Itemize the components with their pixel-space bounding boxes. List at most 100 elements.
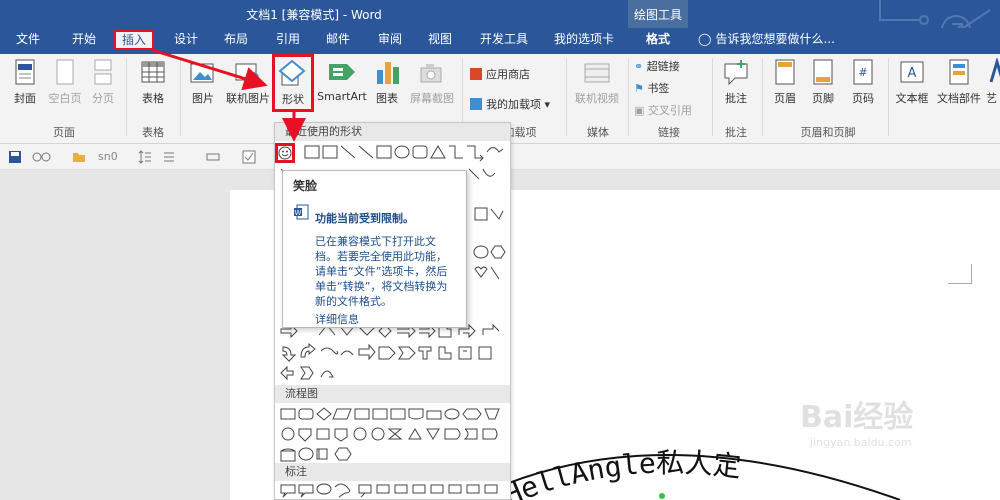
my-addins-icon (470, 98, 482, 110)
bookmark-button[interactable]: ⚑ 书签 (634, 80, 669, 96)
block-arrows-icons[interactable] (279, 363, 509, 383)
textbox-button[interactable]: A 文本框 (894, 58, 930, 106)
checkbox-icon[interactable] (242, 150, 256, 164)
page-number-button[interactable]: # 页码 (846, 58, 880, 106)
folder-icon[interactable] (72, 150, 86, 164)
camera-icon (420, 64, 442, 83)
field-icon[interactable] (206, 150, 220, 164)
header-footer-group-label: 页眉和页脚 (800, 126, 856, 139)
watermark-url: jingyan.baidu.com (810, 436, 912, 449)
flowchart-row (279, 445, 509, 465)
picture-label: 图片 (192, 92, 214, 105)
tab-view[interactable]: 视图 (420, 28, 460, 52)
block-arrows-icons[interactable] (279, 343, 509, 363)
cover-page-icon (15, 59, 35, 85)
tab-mailings[interactable]: 邮件 (318, 28, 358, 52)
tooltip-more-info-link[interactable]: 详细信息 (315, 311, 359, 327)
page-break-button[interactable]: 分页 (88, 58, 118, 106)
tooltip-heading: 功能当前受到限制。 (315, 212, 414, 225)
flowchart-icons[interactable] (279, 425, 509, 445)
smiley-face-icon[interactable] (278, 146, 292, 160)
baidu-watermark: Bai经验 jingyan.baidu.com (800, 392, 990, 462)
tab-file[interactable]: 文件 (8, 28, 48, 52)
hyperlink-button[interactable]: ⚭ 超链接 (634, 58, 680, 74)
tab-home[interactable]: 开始 (62, 28, 106, 52)
header-button[interactable]: 页眉 (768, 58, 802, 106)
link-icon: ⚭ (634, 60, 644, 73)
flowchart-icons[interactable] (279, 405, 509, 425)
cover-page-button[interactable]: 封面 (8, 58, 42, 106)
my-addins-button[interactable]: 我的加载项 ▾ (470, 96, 550, 112)
svg-text:W: W (295, 209, 302, 217)
ribbon-tab-row: 文件 开始 插入 设计 布局 引用 邮件 审阅 视图 开发工具 我的选项卡 格式… (0, 28, 1000, 54)
shapes-button[interactable]: 形状 (272, 54, 314, 112)
tab-developer[interactable]: 开发工具 (472, 28, 536, 52)
title-bar: 文档1 [兼容模式] - Word (0, 0, 1000, 28)
bookmark-icon: ⚑ (634, 82, 644, 95)
wordart-button[interactable]: 艺 (986, 58, 1000, 106)
smiley-tooltip: 笑脸 W 功能当前受到限制。 已在兼容模式下打开此文档。若要完全使用此功能，请单… (282, 170, 467, 328)
glasses-icon[interactable] (32, 150, 52, 164)
picture-icon (190, 63, 214, 83)
quick-parts-icon (949, 59, 969, 85)
style-box[interactable]: sn0 (98, 150, 118, 163)
my-addins-label: 我的加载项 (486, 98, 541, 111)
page-number-label: 页码 (852, 92, 874, 105)
tab-review[interactable]: 审阅 (370, 28, 410, 52)
word-window: 文档1 [兼容模式] - Word 绘图工具 文件 开始 插入 设计 布局 引用… (0, 0, 1000, 500)
tab-references[interactable]: 引用 (268, 28, 308, 52)
comment-button[interactable]: 批注 (718, 58, 754, 106)
header-label: 页眉 (774, 92, 796, 105)
flowchart-header: 流程图 (275, 385, 510, 403)
arc-text: HellAngle私人定 (499, 446, 743, 500)
blank-page-button[interactable]: 空白页 (46, 58, 84, 106)
tell-me-search[interactable]: ◯ 告诉我您想要做什么... (698, 28, 835, 52)
wordart-icon (989, 58, 1000, 83)
margin-corner-mark (948, 264, 972, 284)
callout-icons[interactable] (279, 481, 509, 500)
online-picture-icon (235, 63, 259, 84)
callouts-header: 标注 (275, 463, 510, 481)
online-picture-button[interactable]: 联机图片 (222, 58, 274, 106)
bookmark-label: 书签 (647, 82, 670, 95)
watermark-text: Bai经验 (800, 400, 914, 435)
callouts-row (279, 481, 509, 500)
drawing-tools-label: 绘图工具 (633, 8, 682, 22)
page-break-label: 分页 (92, 92, 114, 105)
tab-insert[interactable]: 插入 (114, 30, 154, 50)
ribbon-separator (762, 58, 763, 136)
table-button[interactable]: 表格 (136, 58, 170, 106)
media-group-label: 媒体 (587, 126, 609, 139)
footer-icon (813, 59, 833, 85)
footer-label: 页脚 (812, 92, 834, 105)
screenshot-button[interactable]: 屏幕截图 (406, 58, 458, 106)
store-button[interactable]: 应用商店 (470, 66, 530, 82)
line-spacing-icon[interactable] (138, 150, 152, 164)
online-video-label: 联机视频 (575, 92, 619, 105)
pages-group-label: 页面 (53, 126, 75, 139)
picture-button[interactable]: 图片 (186, 58, 220, 106)
flowchart-icons[interactable] (279, 445, 509, 465)
save-icon[interactable] (8, 150, 22, 164)
cover-page-label: 封面 (14, 92, 36, 105)
tab-format[interactable]: 格式 (634, 28, 682, 52)
paragraph-spacing-icon[interactable] (162, 150, 176, 164)
svg-text:A: A (908, 66, 917, 81)
quick-parts-button[interactable]: 文档部件 (934, 58, 984, 106)
footer-button[interactable]: 页脚 (806, 58, 840, 106)
cross-reference-button[interactable]: ▣ 交叉引用 (634, 102, 692, 118)
smartart-icon (329, 64, 355, 80)
comment-icon (724, 60, 748, 86)
comment-label: 批注 (725, 92, 747, 105)
chart-button[interactable]: 图表 (372, 58, 402, 106)
recent-shapes-icons[interactable] (279, 143, 509, 163)
shapes-icon (278, 59, 306, 86)
tab-layout[interactable]: 布局 (216, 28, 256, 52)
tab-my-tab[interactable]: 我的选项卡 (548, 28, 620, 52)
tab-design[interactable]: 设计 (166, 28, 206, 52)
online-video-button[interactable]: 联机视频 (572, 58, 622, 106)
page-break-icon (94, 59, 112, 85)
smartart-button[interactable]: SmartArt (316, 58, 368, 103)
ribbon-separator (888, 58, 889, 136)
rotation-handle[interactable] (659, 493, 665, 499)
